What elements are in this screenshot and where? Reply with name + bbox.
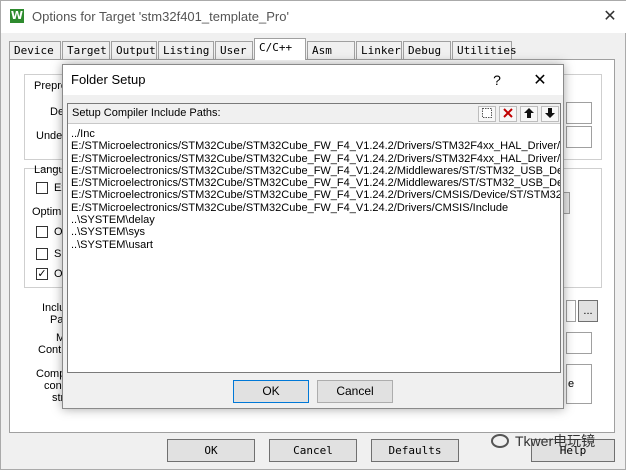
define-field[interactable] bbox=[566, 102, 592, 124]
compiler-control-fragment: e bbox=[568, 378, 575, 390]
compiler-label: Comp bbox=[36, 368, 66, 380]
include-paths-header-label: Setup Compiler Include Paths: bbox=[72, 107, 221, 119]
delete-icon[interactable] bbox=[499, 106, 517, 122]
execute-only-checkbox[interactable] bbox=[36, 182, 48, 194]
misc-controls-field[interactable] bbox=[566, 332, 592, 354]
include-paths-header: Setup Compiler Include Paths: bbox=[68, 104, 560, 124]
wechat-icon bbox=[491, 434, 509, 448]
new-folder-icon[interactable] bbox=[478, 106, 496, 122]
list-item[interactable]: ..\SYSTEM\sys bbox=[71, 226, 560, 238]
tab-listing[interactable]: Listing bbox=[158, 41, 214, 59]
options-titlebar: W Options for Target 'stm32f401_template… bbox=[1, 1, 626, 33]
options-defaults-button[interactable]: Defaults bbox=[371, 439, 459, 462]
tab-device[interactable]: Device bbox=[9, 41, 61, 59]
folder-setup-titlebar: Folder Setup ? ✕ bbox=[63, 65, 563, 95]
tab-asm[interactable]: Asm bbox=[307, 41, 355, 59]
watermark: Tkwer电玩镜 bbox=[491, 431, 595, 451]
split-checkbox[interactable] bbox=[36, 248, 48, 260]
include-paths-browse-button[interactable]: ... bbox=[578, 300, 598, 322]
tab-target[interactable]: Target bbox=[62, 41, 110, 59]
move-up-icon[interactable] bbox=[520, 106, 538, 122]
tab-user[interactable]: User bbox=[215, 41, 253, 59]
list-item[interactable]: E:/STMicroelectronics/STM32Cube/STM32Cub… bbox=[71, 177, 560, 189]
options-close-icon[interactable]: ✕ bbox=[599, 5, 621, 27]
tab-linker[interactable]: Linker bbox=[356, 41, 402, 59]
include-paths-items: ../Inc E:/STMicroelectronics/STM32Cube/S… bbox=[71, 128, 560, 251]
move-down-icon[interactable] bbox=[541, 106, 559, 122]
tab-c-cpp[interactable]: C/C++ bbox=[254, 38, 306, 60]
keil-app-icon: W bbox=[10, 9, 24, 23]
folder-setup-ok-button[interactable]: OK bbox=[233, 380, 309, 403]
list-item[interactable]: E:/STMicroelectronics/STM32Cube/STM32Cub… bbox=[71, 202, 560, 214]
help-icon[interactable]: ? bbox=[487, 70, 507, 90]
list-item[interactable]: ../Inc bbox=[71, 128, 560, 140]
tab-debug[interactable]: Debug bbox=[403, 41, 451, 59]
options-ok-button[interactable]: OK bbox=[167, 439, 255, 462]
folder-setup-title: Folder Setup bbox=[71, 72, 146, 87]
include-paths-list[interactable]: Setup Compiler Include Paths: ../Inc E:/… bbox=[67, 103, 561, 373]
list-item[interactable]: E:/STMicroelectronics/STM32Cube/STM32Cub… bbox=[71, 165, 560, 177]
folder-setup-dialog: Folder Setup ? ✕ Setup Compiler Include … bbox=[62, 64, 564, 409]
undefine-field[interactable] bbox=[566, 126, 592, 148]
control-label: con bbox=[44, 380, 62, 392]
folder-setup-cancel-button[interactable]: Cancel bbox=[317, 380, 393, 403]
list-item[interactable]: ..\SYSTEM\delay bbox=[71, 214, 560, 226]
list-item[interactable]: E:/STMicroelectronics/STM32Cube/STM32Cub… bbox=[71, 153, 560, 165]
list-item[interactable]: ..\SYSTEM\usart bbox=[71, 239, 560, 251]
folder-setup-close-icon[interactable]: ✕ bbox=[529, 70, 551, 90]
one-elf-checkbox[interactable]: ✓ bbox=[36, 268, 48, 280]
list-item[interactable]: E:/STMicroelectronics/STM32Cube/STM32Cub… bbox=[71, 140, 560, 152]
list-item[interactable]: E:/STMicroelectronics/STM32Cube/STM32Cub… bbox=[71, 189, 560, 201]
options-window-title: Options for Target 'stm32f401_template_P… bbox=[32, 9, 289, 24]
optimize-checkbox[interactable] bbox=[36, 226, 48, 238]
include-paths-field[interactable] bbox=[566, 300, 576, 322]
language-label: Langu bbox=[34, 164, 65, 176]
tab-utilities[interactable]: Utilities bbox=[452, 41, 517, 59]
options-cancel-button[interactable]: Cancel bbox=[269, 439, 357, 462]
watermark-text: Tkwer电玩镜 bbox=[515, 433, 596, 449]
tab-output[interactable]: Output bbox=[111, 41, 157, 59]
